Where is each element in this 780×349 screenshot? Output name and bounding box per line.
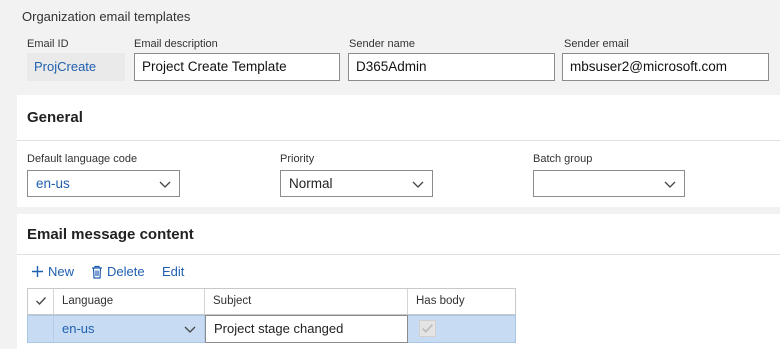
content-divider (17, 254, 780, 255)
sender-email-label: Sender email (564, 38, 629, 50)
edit-button-label: Edit (162, 264, 185, 279)
chevron-down-icon (159, 181, 171, 188)
chevron-down-icon (412, 181, 424, 188)
sender-name-label: Sender name (349, 38, 416, 50)
default-language-value: en-us (36, 176, 70, 191)
check-icon (422, 324, 434, 334)
row-has-body-cell (408, 316, 515, 342)
email-id-label: Email ID (27, 38, 69, 50)
email-id-value[interactable]: ProjCreate (27, 53, 125, 81)
sender-email-field[interactable]: mbsuser2@microsoft.com (562, 53, 769, 81)
priority-dropdown[interactable]: Normal (280, 170, 433, 197)
has-body-checkbox (419, 320, 436, 337)
grid-header: Language Subject Has body (27, 288, 516, 315)
table-row[interactable]: en-us Project stage changed (27, 315, 516, 343)
sender-name-field[interactable]: D365Admin (348, 53, 555, 81)
priority-value: Normal (289, 176, 333, 191)
select-all-checkbox[interactable] (28, 289, 54, 314)
general-divider (17, 140, 780, 141)
chevron-down-icon (184, 326, 196, 333)
section-title: Organization email templates (22, 9, 191, 24)
new-button-label: New (48, 264, 75, 279)
row-subject-field[interactable]: Project stage changed (205, 315, 408, 343)
general-title[interactable]: General (27, 109, 83, 126)
email-description-label: Email description (134, 38, 218, 50)
row-language-value: en-us (62, 321, 95, 336)
row-select-cell[interactable] (28, 316, 54, 342)
new-button[interactable]: New (31, 264, 74, 279)
row-language-cell[interactable]: en-us (54, 316, 205, 342)
edit-button[interactable]: Edit (162, 264, 184, 279)
column-header-language[interactable]: Language (54, 289, 205, 314)
chevron-down-icon (664, 181, 676, 188)
priority-label: Priority (280, 153, 315, 165)
content-title[interactable]: Email message content (27, 226, 194, 243)
batch-group-dropdown[interactable] (533, 170, 685, 197)
delete-button[interactable]: Delete (91, 264, 145, 279)
delete-button-label: Delete (107, 264, 145, 279)
default-language-dropdown[interactable]: en-us (27, 170, 180, 197)
default-language-label: Default language code (27, 153, 138, 165)
email-description-field[interactable]: Project Create Template (134, 53, 340, 81)
general-panel: General Default language code en-us Prio… (17, 95, 780, 207)
check-icon (36, 297, 46, 305)
plus-icon (32, 266, 43, 277)
trash-icon (92, 265, 102, 279)
column-header-subject[interactable]: Subject (205, 289, 408, 314)
column-header-has-body[interactable]: Has body (408, 289, 515, 314)
content-panel: Email message content New Delete Edit La… (17, 214, 780, 349)
batch-group-label: Batch group (533, 153, 593, 165)
